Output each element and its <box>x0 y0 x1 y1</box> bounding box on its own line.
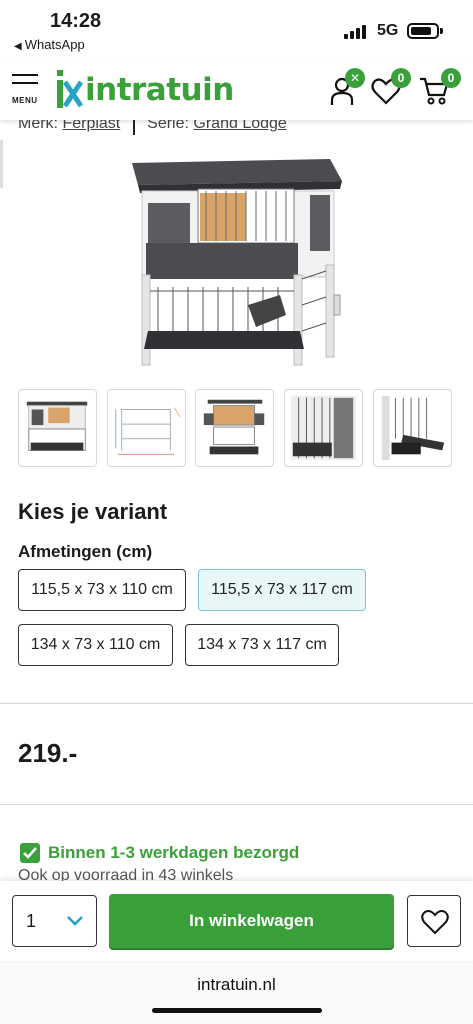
quantity-select[interactable]: 1 <box>12 895 97 947</box>
signal-icon <box>344 25 370 39</box>
variant-option-2[interactable]: 115,5 x 73 x 117 cm <box>198 569 366 611</box>
browser-url-bar: intratuin.nl <box>0 961 473 1024</box>
add-to-wishlist-button[interactable] <box>407 895 461 947</box>
delivery-text: Binnen 1-3 werkdagen bezorgd <box>48 843 300 862</box>
quantity-value: 1 <box>26 911 37 931</box>
variant-option-3[interactable]: 134 x 73 x 110 cm <box>18 624 173 666</box>
account-status-badge: ✕ <box>345 68 365 88</box>
side-edge-tab[interactable] <box>0 140 3 188</box>
variant-option-4[interactable]: 134 x 73 x 117 cm <box>185 624 339 666</box>
thumbnail-ramp-close-up[interactable] <box>373 389 452 467</box>
network-type: 5G <box>377 22 399 39</box>
divider <box>0 703 473 704</box>
wishlist-count-badge: 0 <box>391 68 411 88</box>
url-text[interactable]: intratuin.nl <box>0 975 473 995</box>
store-stock-text: Ook op voorraad in 43 winkels <box>18 867 234 881</box>
dimension-label: Afmetingen (cm) <box>18 542 153 561</box>
checkmark-icon <box>20 843 40 863</box>
variant-option-1[interactable]: 115,5 x 73 x 110 cm <box>18 569 186 611</box>
chevron-down-icon <box>67 916 83 926</box>
back-arrow-icon: ◀ <box>14 41 22 52</box>
menu-button[interactable]: MENU <box>12 74 42 108</box>
site-header: MENU intratuin ✕ 0 0 <box>0 58 473 120</box>
cart-count-badge: 0 <box>441 68 461 88</box>
cart-button[interactable]: 0 <box>419 68 461 106</box>
status-time: 14:28 <box>50 10 102 32</box>
back-app-label: WhatsApp <box>24 37 85 52</box>
product-main-image[interactable] <box>128 155 344 375</box>
account-button[interactable]: ✕ <box>329 68 365 106</box>
thumbnail-interior-close-up[interactable] <box>284 389 363 467</box>
thumbnail-dimensions-drawing[interactable] <box>107 389 186 467</box>
sticky-action-bar: 1 In winkelwagen <box>0 881 473 961</box>
logo-mark-icon <box>57 70 83 108</box>
home-indicator[interactable] <box>152 1008 322 1013</box>
status-bar: 14:28 ◀ WhatsApp 5G <box>0 0 473 58</box>
wishlist-button[interactable]: 0 <box>371 68 411 106</box>
product-price: 219.- <box>18 738 78 768</box>
thumbnail-opened-view[interactable] <box>195 389 274 467</box>
divider <box>0 804 473 805</box>
variant-heading: Kies je variant <box>18 499 168 524</box>
heart-icon <box>421 910 449 935</box>
thumbnail-gallery <box>18 389 458 467</box>
battery-icon <box>407 23 443 39</box>
back-to-app-link[interactable]: ◀ WhatsApp <box>14 37 85 52</box>
menu-label: MENU <box>12 96 38 105</box>
thumbnail-front-view[interactable] <box>18 389 97 467</box>
add-to-cart-button[interactable]: In winkelwagen <box>109 894 394 948</box>
logo-text: intratuin <box>85 72 234 108</box>
